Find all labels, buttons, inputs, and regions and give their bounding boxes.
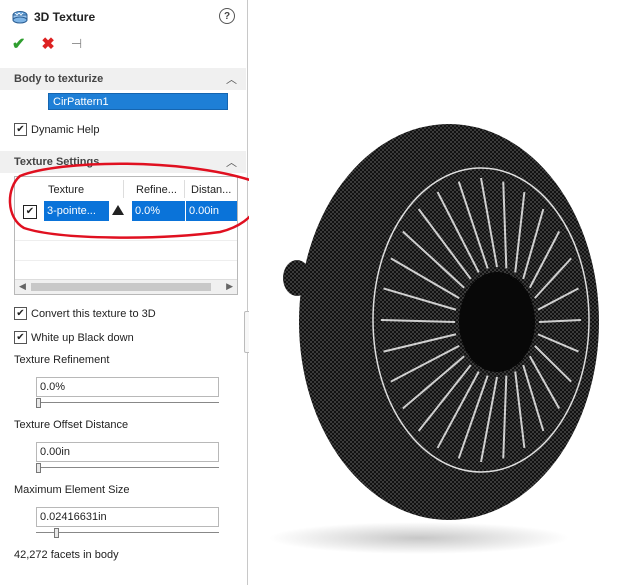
offset-distance-slider[interactable] (36, 463, 219, 473)
body-selection-field[interactable]: CirPattern1 (48, 93, 228, 110)
row-checkbox[interactable]: ✔ (23, 205, 37, 219)
slider-thumb[interactable] (36, 463, 41, 473)
slider-thumb[interactable] (53, 528, 59, 538)
horizontal-scrollbar[interactable]: ◀ ▶ (15, 279, 237, 294)
dynamic-help-row[interactable]: ✔ Dynamic Help (14, 123, 99, 136)
warning-triangle-icon (111, 204, 125, 219)
distance-cell[interactable]: 0.00in (186, 201, 237, 221)
empty-rows (15, 221, 237, 281)
panel-title: 3D Texture (34, 10, 96, 24)
refinement-cell[interactable]: 0.0% (132, 201, 185, 221)
pin-icon[interactable]: ⊣ (71, 36, 82, 52)
scroll-thumb[interactable] (31, 283, 211, 291)
slider-track (36, 532, 219, 533)
title-row: 3D Texture (12, 8, 95, 26)
convert-3d-row[interactable]: ✔ Convert this texture to 3D (14, 307, 156, 320)
table-row[interactable]: ✔ 3-pointe... 0.0% 0.00in (15, 201, 237, 221)
facet-count: 42,272 facets in body (14, 549, 119, 561)
white-up-checkbox[interactable]: ✔ (14, 331, 27, 344)
white-up-label: White up Black down (31, 331, 134, 344)
mesh-wheel-model (269, 124, 599, 554)
texture-table: Texture Refine... Distan... ✔ 3-pointe..… (14, 176, 238, 295)
white-up-row[interactable]: ✔ White up Black down (14, 331, 134, 344)
property-manager-panel: 3D Texture ? ✔ ✖ ⊣ Body to texturize ︿ C… (0, 0, 261, 585)
column-header-distance[interactable]: Distan... (191, 184, 231, 196)
chevron-up-icon[interactable]: ︿ (226, 154, 237, 170)
slider-track (36, 467, 219, 468)
convert-3d-label: Convert this texture to 3D (31, 307, 156, 320)
slider-thumb[interactable] (36, 398, 41, 408)
3d-texture-icon (12, 11, 28, 24)
refinement-input[interactable]: 0.0% (36, 377, 219, 397)
column-divider (184, 180, 185, 198)
dynamic-help-checkbox[interactable]: ✔ (14, 123, 27, 136)
action-bar: ✔ ✖ ⊣ (12, 34, 82, 54)
refinement-slider[interactable] (36, 398, 219, 408)
convert-3d-checkbox[interactable]: ✔ (14, 307, 27, 320)
body-section-header[interactable]: Body to texturize ︿ (0, 68, 246, 90)
ok-check-icon[interactable]: ✔ (12, 34, 25, 54)
max-element-input[interactable]: 0.02416631in (36, 507, 219, 527)
texture-section-header[interactable]: Texture Settings ︿ (0, 151, 246, 173)
help-icon[interactable]: ? (219, 8, 235, 24)
offset-distance-input[interactable]: 0.00in (36, 442, 219, 462)
dynamic-help-label: Dynamic Help (31, 123, 100, 136)
scroll-right-icon[interactable]: ▶ (226, 281, 233, 292)
graphics-viewport[interactable] (249, 0, 621, 585)
refinement-label: Texture Refinement (14, 354, 110, 366)
chevron-up-icon[interactable]: ︿ (226, 71, 237, 87)
column-header-texture[interactable]: Texture (48, 184, 84, 196)
slider-track (36, 402, 219, 403)
offset-distance-label: Texture Offset Distance (14, 419, 129, 431)
cancel-x-icon[interactable]: ✖ (41, 34, 54, 54)
scroll-left-icon[interactable]: ◀ (19, 281, 26, 292)
body-section-label: Body to texturize (14, 73, 104, 85)
texture-cell[interactable]: 3-pointe... (44, 201, 109, 221)
max-element-label: Maximum Element Size (14, 484, 130, 496)
table-header: Texture Refine... Distan... (15, 177, 237, 201)
column-header-refinement[interactable]: Refine... (136, 184, 177, 196)
max-element-slider[interactable] (36, 528, 219, 538)
column-divider (123, 180, 124, 198)
texture-section-label: Texture Settings (14, 156, 100, 168)
